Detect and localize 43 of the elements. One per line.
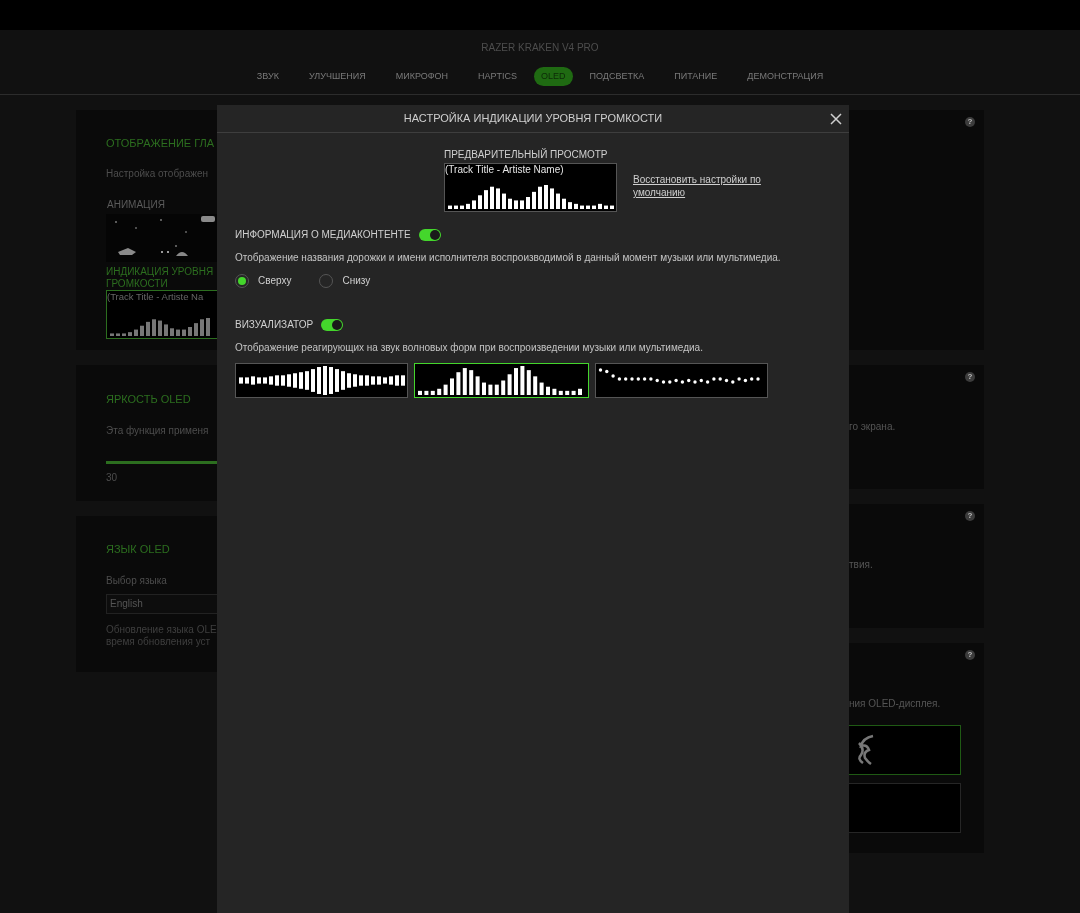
card-title: ОТОБРАЖЕНИЕ ГЛА [106, 136, 215, 151]
dialog-title: НАСТРОЙКА ИНДИКАЦИИ УРОВНЯ ГРОМКОСТИ [403, 111, 663, 127]
card-title: ЯРКОСТЬ OLED [106, 392, 191, 407]
card-description: твия. [849, 558, 874, 572]
help-icon[interactable]: ? [965, 372, 975, 382]
volume-preview[interactable]: (Track Title - Artiste Na [106, 289, 218, 339]
card-description: ния OLED-дисплея. [849, 697, 942, 711]
visualizer-option[interactable] [235, 363, 408, 398]
close-icon[interactable] [830, 113, 842, 125]
tab[interactable]: МИКРОФОН [382, 67, 462, 86]
slider-value: 30 [106, 470, 118, 485]
preview-label: ПРЕДВАРИТЕЛЬНЫЙ ПРОСМОТР [444, 147, 609, 162]
help-icon[interactable]: ? [965, 117, 975, 127]
app-title: RAZER KRAKEN V4 PRO [481, 41, 599, 55]
tab[interactable]: ПИТАНИЕ [661, 67, 731, 86]
toggle-switch[interactable] [321, 318, 344, 331]
section-description: Отображение названия дорожки и имени исполнителя воспроизводимой в данный момент музыки или мультимедиа. [235, 251, 782, 265]
visualizer-option[interactable] [595, 363, 768, 398]
track-text: (Track Title - Artiste Na [107, 290, 205, 302]
tab[interactable]: HAPTICS [465, 67, 531, 86]
field-label: Выбор языка [106, 573, 167, 588]
toggle-switch[interactable] [418, 228, 441, 241]
field-label: ИНДИКАЦИЯ УРОВНЯ ГРОМКОСТИ [106, 265, 215, 290]
help-icon[interactable]: ? [965, 650, 975, 660]
section-label: ИНФОРМАЦИЯ О МЕДИАКОНТЕНТЕ [235, 228, 411, 242]
card-description: Эта функция применя [106, 423, 209, 438]
tab[interactable]: УЛУЧШЕНИЯ [295, 67, 379, 86]
card-description: го экрана. [849, 420, 897, 434]
radio-label: Сверху [258, 274, 292, 288]
radio-label: Снизу [342, 274, 371, 288]
tab[interactable]: ПОДСВЕТКА [576, 67, 658, 86]
tab[interactable]: ЗВУК [243, 67, 292, 86]
card-title: ЯЗЫК OLED [106, 542, 170, 557]
section-label: ВИЗУАЛИЗАТОР [235, 318, 314, 332]
field-label: АНИМАЦИЯ [106, 197, 165, 212]
visualizer-option[interactable] [414, 363, 589, 398]
help-icon[interactable]: ? [965, 511, 975, 521]
track-text: (Track Title - Artiste Name) [445, 164, 565, 176]
card-description: Настройка отображен [106, 166, 208, 181]
tab[interactable]: OLED [534, 67, 573, 86]
section-description: Отображение реагирующих на звук волновых форм при воспроизведении музыки или мультимедиа. [235, 341, 704, 355]
reset-link[interactable]: Восстановить настройки по умолчанию [633, 173, 783, 212]
tab[interactable]: ДЕМОНСТРАЦИЯ [734, 67, 837, 86]
